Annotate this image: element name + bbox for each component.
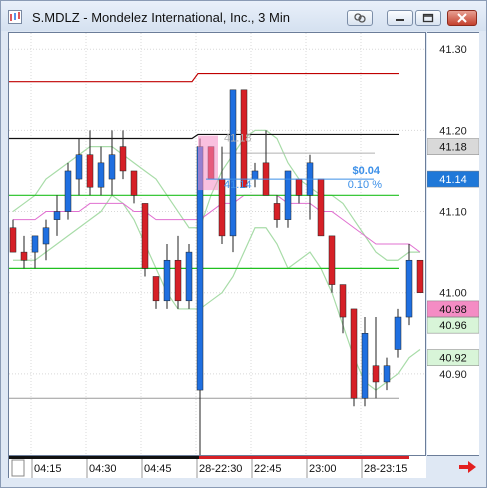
candle-body <box>20 251 28 261</box>
candle-body <box>416 259 424 293</box>
price-chart-canvas[interactable]: 41.18 41.14 $0.04 0.10 % <box>9 33 425 455</box>
minimize-button[interactable] <box>387 10 413 26</box>
candle-body <box>350 308 358 399</box>
candle-body <box>295 178 303 196</box>
candle-body <box>251 170 259 180</box>
x-tick-label: 04:45 <box>144 463 172 475</box>
candle-body <box>31 235 39 253</box>
time-axis-canvas[interactable]: 04:15 04:30 04:45 28-22:30 22:45 23:00 28-23:1… <box>9 456 427 478</box>
candle-body <box>163 259 171 302</box>
candle-body <box>75 154 83 180</box>
x-tick-label: 28-22:30 <box>199 463 242 475</box>
time-axis[interactable]: 04:15 04:30 04:45 28-22:30 22:45 23:00 28-23:1… <box>8 456 426 478</box>
window-title: S.MDLZ - Mondelez International, Inc., 3… <box>32 10 290 25</box>
candle-body <box>86 154 94 188</box>
candle-body <box>9 227 17 253</box>
measure-change-label: $0.04 <box>352 165 380 177</box>
maximize-button[interactable] <box>415 10 441 26</box>
candle-body <box>284 170 292 220</box>
session-strip-dark <box>9 456 199 459</box>
price-chart-plot[interactable]: 41.18 41.14 $0.04 0.10 % <box>8 32 426 456</box>
y-tick-label: 41.30 <box>439 44 467 56</box>
candle-body <box>229 89 237 237</box>
candle-body <box>42 227 50 245</box>
scroll-right-arrow-icon[interactable] <box>455 458 479 476</box>
measure-start-marker <box>198 135 218 191</box>
candle-body <box>394 316 402 350</box>
x-tick-label: 22:45 <box>254 463 282 475</box>
price-axis-canvas[interactable]: 41.30 41.20 41.10 41.00 40.90 41.18 41.14 40.98… <box>426 33 480 455</box>
candle-body <box>383 365 391 383</box>
candle-body <box>361 333 369 399</box>
close-button[interactable] <box>447 10 477 26</box>
price-tag-label: 40.92 <box>439 353 467 365</box>
candle-body <box>53 211 61 220</box>
candle-body <box>372 365 380 383</box>
minimize-icon <box>396 19 404 21</box>
x-tick-label: 23:00 <box>309 463 337 475</box>
price-axis[interactable]: 41.30 41.20 41.10 41.00 40.90 41.18 41.14 40.98… <box>426 32 480 456</box>
price-tag-label: 40.98 <box>439 304 467 316</box>
link-button[interactable] <box>347 10 373 26</box>
candle-body <box>273 203 281 220</box>
price-tag-label: 41.18 <box>439 142 467 154</box>
y-tick-label: 41.00 <box>439 288 467 300</box>
candle-body <box>119 146 127 172</box>
candle-body <box>185 251 193 302</box>
candle-body <box>141 203 149 269</box>
candle-body <box>339 284 347 318</box>
candle-body <box>108 154 116 180</box>
y-tick-label: 41.20 <box>439 125 467 137</box>
price-tag-label: 41.14 <box>439 174 467 186</box>
y-tick-label: 41.10 <box>439 207 467 219</box>
candle-body <box>152 276 160 302</box>
range-selector-box <box>11 459 25 477</box>
candle-body <box>97 162 105 188</box>
candle-body <box>64 170 72 212</box>
y-tick-label: 40.90 <box>439 369 467 381</box>
x-tick-label: 04:15 <box>34 463 62 475</box>
moving-average-line <box>13 194 421 253</box>
measure-end-label: 41.14 <box>224 179 252 191</box>
maximize-icon <box>422 13 434 23</box>
link-chain-icon <box>354 13 366 23</box>
measure-percent-label: 0.10 % <box>348 179 382 191</box>
price-tag-label: 40.96 <box>439 320 467 332</box>
title-bar[interactable]: S.MDLZ - Mondelez International, Inc., 3… <box>1 1 486 31</box>
x-tick-label: 28-23:15 <box>364 463 407 475</box>
candle-body <box>405 259 413 318</box>
candle-body <box>328 235 336 285</box>
candle-body <box>317 178 325 237</box>
candle-body <box>174 259 182 302</box>
candle-body <box>130 170 138 196</box>
close-icon <box>457 13 467 23</box>
measure-start-label: 41.18 <box>224 133 252 145</box>
x-tick-label: 04:30 <box>89 463 117 475</box>
upper-red-line <box>9 72 399 83</box>
chart-app-icon[interactable] <box>8 10 22 24</box>
session-strip-red <box>199 456 409 459</box>
